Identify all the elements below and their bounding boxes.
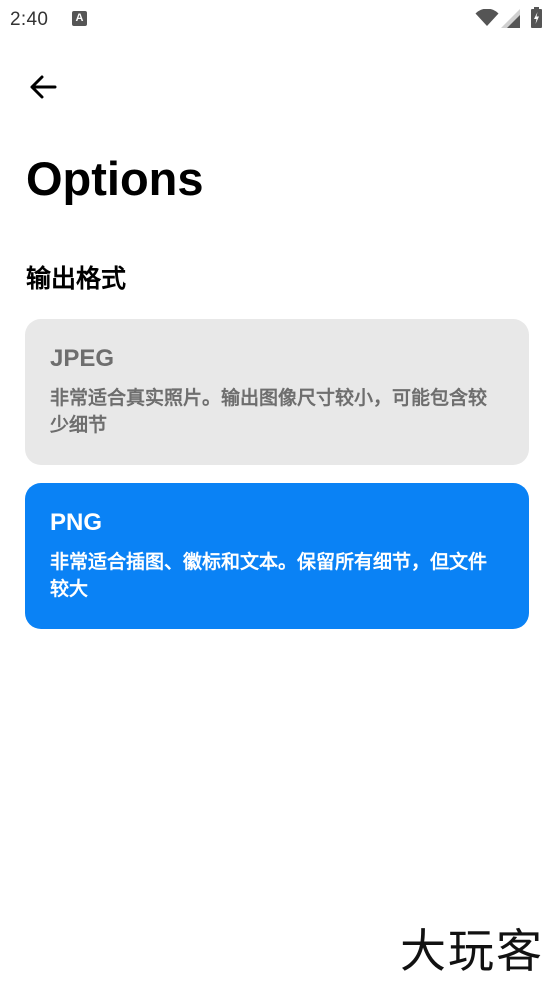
status-time: 2:40 (10, 9, 49, 30)
back-button[interactable] (24, 68, 62, 106)
section-title-output-format: 输出格式 (26, 265, 127, 293)
arrow-left-icon (30, 75, 57, 99)
status-bar: 2:40 A (0, 0, 554, 40)
option-card-png[interactable]: PNG 非常适合插图、徽标和文本。保留所有细节，但文件较大 (25, 483, 529, 629)
option-title: PNG (50, 509, 103, 536)
notification-icon: A (72, 11, 87, 26)
option-card-jpeg[interactable]: JPEG 非常适合真实照片。输出图像尺寸较小，可能包含较少细节 (25, 319, 529, 465)
signal-icon (501, 9, 520, 28)
page-title: Options (26, 152, 204, 205)
wifi-icon (475, 9, 499, 26)
option-description: 非常适合插图、徽标和文本。保留所有细节，但文件较大 (50, 552, 488, 600)
option-description: 非常适合真实照片。输出图像尺寸较小，可能包含较少细节 (50, 388, 488, 436)
option-title: JPEG (50, 345, 115, 372)
watermark-logo: 大玩客 (400, 924, 544, 978)
battery-icon (531, 7, 542, 28)
